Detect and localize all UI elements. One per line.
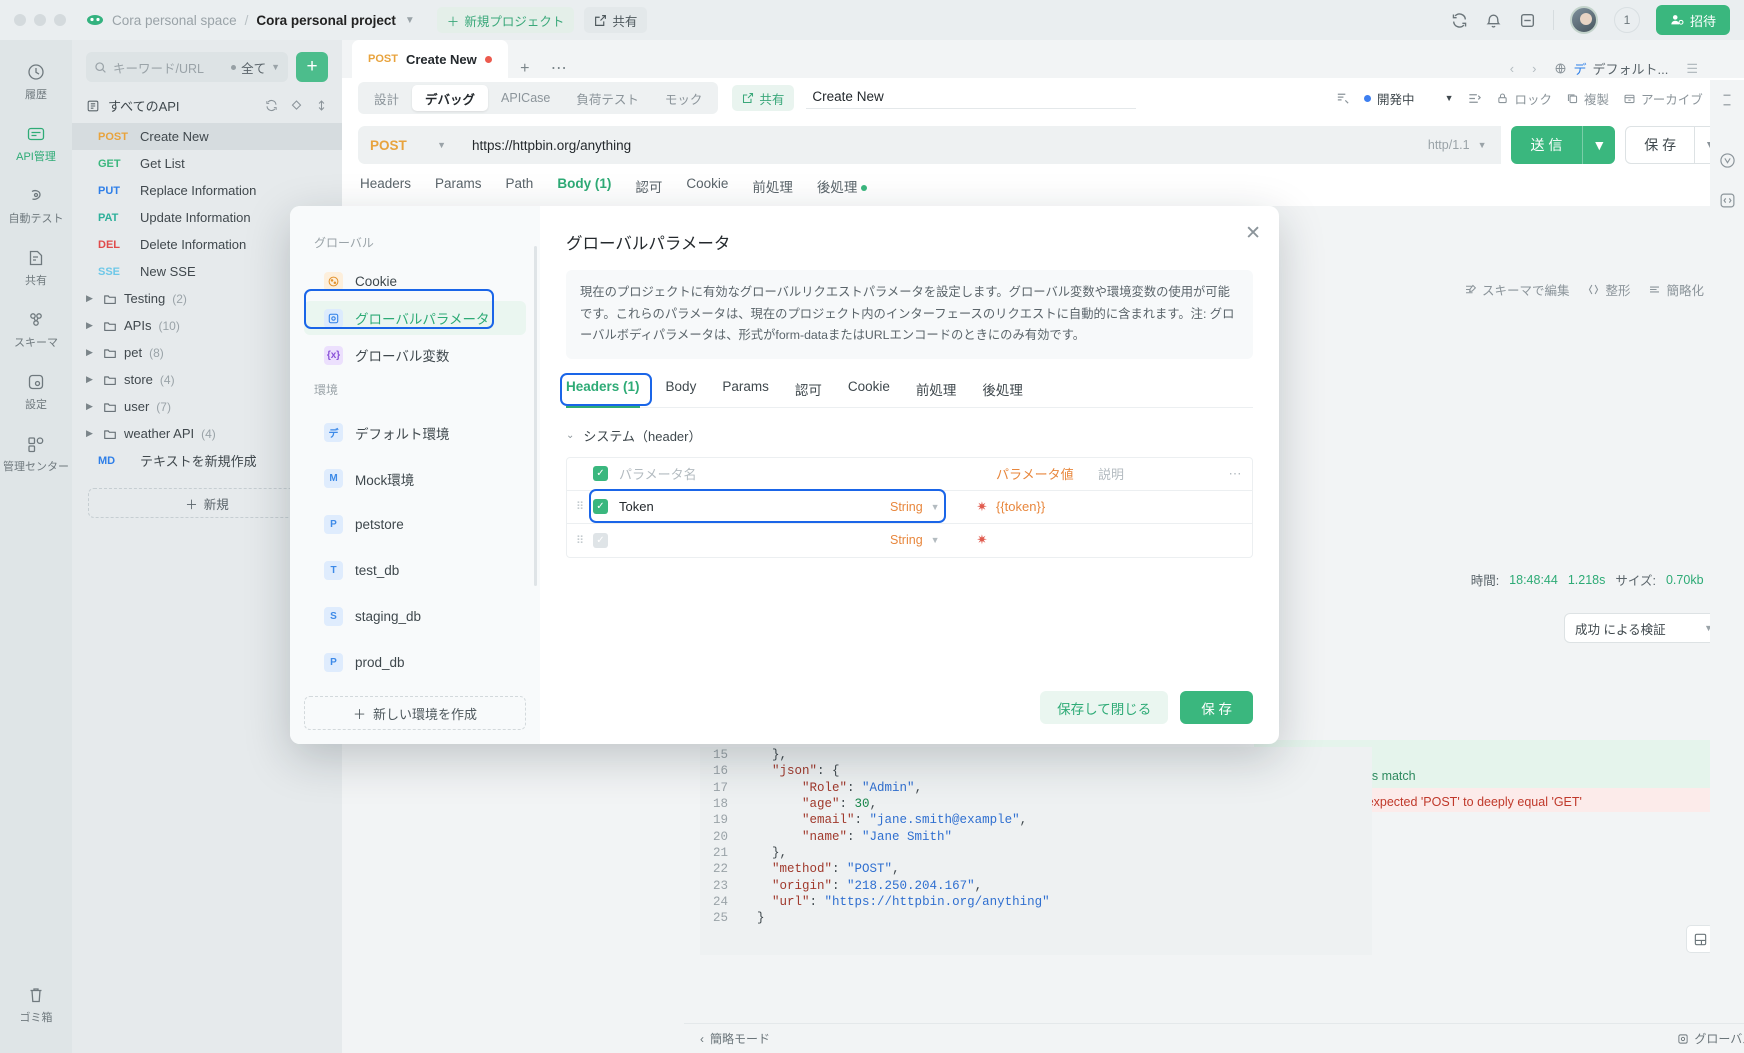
table-header-row: ✓ パラメータ名 パラメータ値 説明 ⋯ [567,458,1252,491]
modal-save-button[interactable]: 保 存 [1180,691,1253,724]
global-parameters-modal: グローバル Cookie グローバルパラメータ {x} グローバル変数 環境 デ [290,206,1279,744]
modal-env-label: test_db [355,563,400,578]
param-value-input[interactable]: {{token}} [996,499,1098,514]
parameters-table: ✓ パラメータ名 パラメータ値 説明 ⋯ ⠿ ✓ Token String ▼ [566,456,1253,558]
modal-env-test-db[interactable]: T test_db [304,549,526,592]
modal-tab-pre[interactable]: 前処理 [916,379,957,408]
modal-env-label: staging_db [355,609,422,624]
table-row[interactable]: ⠿ ✓ Token String ▼ ✷ {{token}} [567,488,1252,524]
env-badge-icon: S [324,607,343,626]
modal-tab-body[interactable]: Body [666,379,697,408]
modal-footer: 保存して閉じる 保 存 [1040,691,1253,724]
modal-env-staging-db[interactable]: S staging_db [304,595,526,638]
column-desc: 説明 [1098,467,1125,483]
create-environment-button[interactable]: ＋ 新しい環境を作成 [304,696,526,730]
drag-handle-icon[interactable]: ⠿ [567,534,593,547]
row-checkbox[interactable]: ✓ [593,532,608,548]
modal-description: 現在のプロジェクトに有効なグローバルリクエストパラメータを設定します。グローバル… [566,270,1253,359]
modal-env-label: prod_db [355,655,405,670]
modal-tab-params[interactable]: Params [722,379,769,408]
param-name-input[interactable]: Token [608,499,890,514]
param-type-select[interactable]: String ▼ [890,500,968,514]
row-checkbox[interactable]: ✓ [593,499,608,515]
modal-item-cookie[interactable]: Cookie [304,264,526,298]
modal-env-petstore[interactable]: P petstore [304,503,526,546]
chevron-down-icon: ▼ [930,501,940,512]
modal-group-env: 環境 [314,383,339,397]
modal-tabs: Headers (1) Body Params 認可 Cookie 前処理 後処… [560,372,1253,408]
table-row[interactable]: ⠿ ✓ String ▼ ✷ [567,524,1252,557]
modal-tab-headers[interactable]: Headers (1) [566,379,640,408]
global-param-icon [324,308,343,328]
close-icon[interactable]: ✕ [1245,222,1261,245]
select-all-checkbox[interactable]: ✓ [593,466,608,482]
column-name: パラメータ名 [619,467,697,483]
variable-icon: {x} [324,345,343,365]
app-root: Cora personal space / Cora personal proj… [0,0,1744,1053]
create-environment-label: 新しい環境を作成 [373,706,478,722]
param-type-value: String [890,533,923,548]
modal-section-title: システム（header） [583,428,702,444]
modal-env-label: petstore [355,517,404,532]
column-more-icon[interactable]: ⋯ [1218,466,1252,482]
save-and-close-button[interactable]: 保存して閉じる [1040,691,1169,724]
column-value: パラメータ値 [996,467,1074,483]
modal-tab-post[interactable]: 後処理 [982,379,1023,408]
env-badge-icon: T [324,561,343,580]
modal-env-label: デフォルト環境 [355,426,450,442]
modal-env-mock[interactable]: M Mock環境 [304,457,526,500]
chevron-down-icon: ▼ [930,535,940,546]
env-badge-icon: M [324,469,343,488]
env-badge-icon: P [324,515,343,534]
modal-tab-cookie[interactable]: Cookie [848,379,890,408]
chevron-down-icon[interactable]: ⌄ [566,430,574,441]
modal-item-global-parameters[interactable]: グローバルパラメータ [304,301,526,335]
modal-sidebar-scrollbar[interactable] [534,246,537,586]
cookie-icon [324,271,343,291]
modal-env-prod-db[interactable]: P prod_db [304,641,526,684]
drag-handle-icon[interactable]: ⠿ [567,500,593,513]
modal-tab-auth[interactable]: 認可 [795,379,822,408]
modal-item-label: グローバルパラメータ [355,312,490,327]
env-badge-icon: デ [324,423,343,442]
modal-item-label: グローバル変数 [355,349,450,364]
modal-sidebar: グローバル Cookie グローバルパラメータ {x} グローバル変数 環境 デ [290,206,540,744]
modal-item-global-variables[interactable]: {x} グローバル変数 [304,338,526,372]
modal-env-default[interactable]: デ デフォルト環境 [304,411,526,454]
env-badge-icon: P [324,653,343,672]
param-required-icon[interactable]: ✷ [968,532,996,548]
modal-title: グローバルパラメータ [566,235,731,253]
modal-group-global: グローバル [314,236,374,250]
modal-content: ✕ グローバルパラメータ 現在のプロジェクトに有効なグローバルリクエストパラメー… [540,206,1279,744]
modal-env-label: Mock環境 [355,472,415,488]
plus-icon: ＋ [352,706,366,722]
param-type-value: String [890,499,923,514]
modal-section-system[interactable]: ⌄ システム（header） [566,426,1253,445]
param-required-icon[interactable]: ✷ [968,499,996,515]
param-type-select[interactable]: String ▼ [890,533,968,547]
modal-item-label: Cookie [355,273,398,289]
